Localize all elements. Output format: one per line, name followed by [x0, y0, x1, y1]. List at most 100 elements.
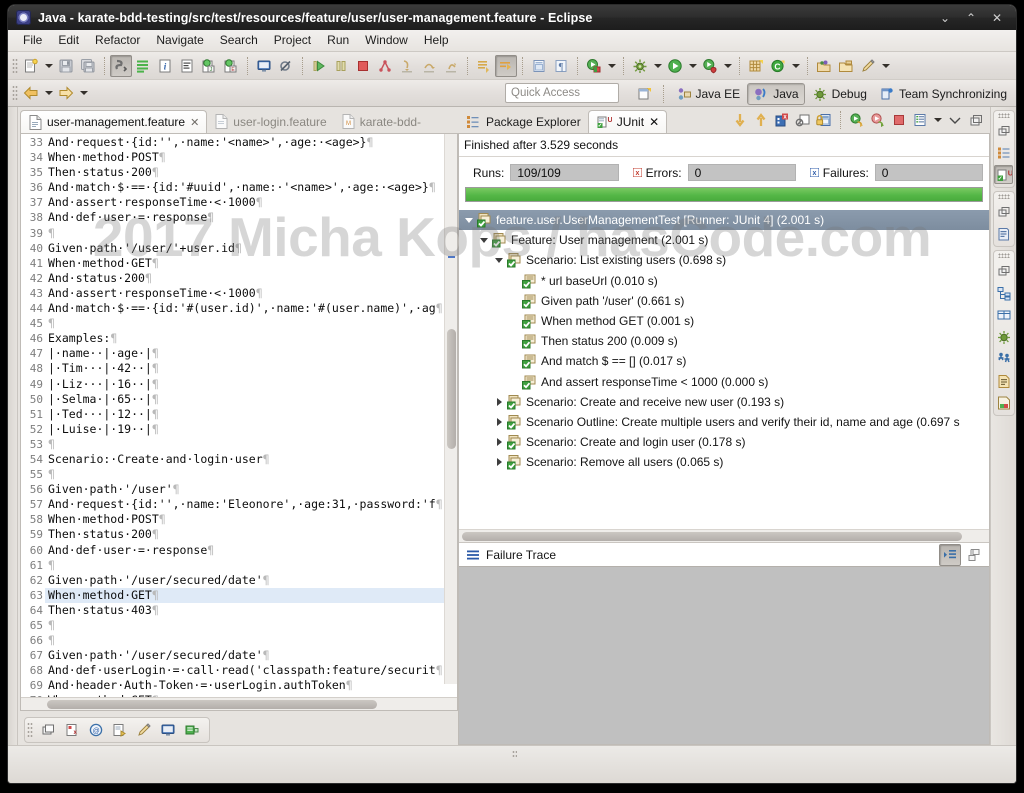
open-type-search-icon[interactable]	[813, 55, 835, 77]
hierarchy-icon[interactable]	[994, 283, 1013, 302]
restore-icon[interactable]	[994, 202, 1013, 221]
disconnect-icon[interactable]	[374, 55, 396, 77]
view-tab-close-icon[interactable]: ✕	[649, 115, 659, 129]
lock-scroll-icon[interactable]	[814, 110, 834, 130]
at-marker-icon[interactable]: @	[85, 719, 107, 741]
previous-failure-icon[interactable]	[751, 110, 771, 130]
code-viewport[interactable]: 3334353637383940414243444546474849505152…	[21, 134, 457, 697]
code-line[interactable]: |·name··|·age·|¶	[45, 346, 457, 361]
back-icon[interactable]	[20, 82, 42, 104]
code-line[interactable]: Given·path·'/user/'+user.id¶	[45, 241, 457, 256]
junit-tree-row[interactable]: Scenario Outline: Create multiple users …	[459, 412, 989, 432]
tree-twistie-closed[interactable]	[492, 398, 506, 406]
code-line[interactable]: And·def·userLogin·=·call·read('classpath…	[45, 663, 457, 678]
new-wizard-dropdown[interactable]	[42, 55, 55, 77]
toggle-block-selection-icon[interactable]	[495, 55, 517, 77]
tasks-icon[interactable]	[994, 371, 1013, 390]
code-line[interactable]: ¶	[45, 467, 457, 482]
tree-twistie-open[interactable]	[462, 218, 476, 223]
menu-window[interactable]: Window	[357, 31, 416, 50]
menu-refactor[interactable]: Refactor	[87, 31, 148, 50]
editor-vertical-scrollbar[interactable]	[444, 134, 457, 684]
view-tab-package-explorer[interactable]: Package Explorer	[458, 110, 588, 133]
editor-tab-user-management[interactable]: user-management.feature ✕	[20, 110, 207, 133]
code-line[interactable]: When·method·POST¶	[45, 150, 457, 165]
open-perspective-icon[interactable]	[634, 83, 656, 105]
code-line[interactable]: |·Ted···|·12··|¶	[45, 407, 457, 422]
suspend-icon[interactable]	[330, 55, 352, 77]
minimize-button[interactable]: ⌄	[932, 5, 958, 30]
next-failure-icon[interactable]	[730, 110, 750, 130]
minimize-view-icon[interactable]	[945, 110, 965, 130]
code-line[interactable]: And·def·user·=·response¶	[45, 210, 457, 225]
run-dropdown[interactable]	[686, 55, 699, 77]
menu-project[interactable]: Project	[266, 31, 319, 50]
junit-view-menu-dropdown[interactable]	[931, 109, 944, 131]
info-icon[interactable]: i	[154, 55, 176, 77]
run-last-tool-icon[interactable]	[583, 55, 605, 77]
rail-grip[interactable]	[998, 253, 1010, 258]
run-external-tools-icon[interactable]	[699, 55, 721, 77]
junit-tree-row[interactable]: Given path '/user' (0.661 s)	[459, 291, 989, 311]
tree-twistie-open[interactable]	[492, 258, 506, 263]
junit-results-tree[interactable]: feature.user.UserManagementTest [Runner:…	[459, 208, 989, 529]
step-over-icon[interactable]	[418, 55, 440, 77]
coverage-report-icon[interactable]	[994, 393, 1013, 412]
code-line[interactable]: When·method·GET¶	[45, 588, 457, 603]
rerun-test-icon[interactable]	[847, 110, 867, 130]
junit-tree-row[interactable]: feature.user.UserManagementTest [Runner:…	[459, 210, 989, 230]
code-line[interactable]: Then·status·200¶	[45, 165, 457, 180]
editor-horizontal-scrollbar[interactable]	[21, 697, 457, 710]
properties-table-icon[interactable]	[994, 305, 1013, 324]
junit-tree-row[interactable]: Then status 200 (0.009 s)	[459, 331, 989, 351]
code-line[interactable]: Examples:¶	[45, 331, 457, 346]
forward-dropdown[interactable]	[77, 82, 90, 104]
junit-tree-row[interactable]: Scenario: Create and receive new user (0…	[459, 392, 989, 412]
show-outline-icon[interactable]	[132, 55, 154, 77]
scrollbar-thumb[interactable]	[447, 329, 456, 449]
code-line[interactable]: Given·path·'/user/secured/date'¶	[45, 573, 457, 588]
code-line[interactable]: When·method·GET¶	[45, 256, 457, 271]
junit-tree-row[interactable]: And assert responseTime < 1000 (0.000 s)	[459, 372, 989, 392]
code-line[interactable]: ¶	[45, 437, 457, 452]
code-line[interactable]: And·status·200¶	[45, 271, 457, 286]
debug-dropdown[interactable]	[651, 55, 664, 77]
terminate-icon[interactable]	[352, 55, 374, 77]
show-ignored-icon[interactable]	[793, 110, 813, 130]
back-dropdown[interactable]	[42, 82, 55, 104]
scrollbar-thumb[interactable]	[47, 700, 377, 709]
code-line[interactable]: |·Tim···|·42··|¶	[45, 361, 457, 376]
stop-test-icon[interactable]	[889, 110, 909, 130]
view-tab-junit[interactable]: ✓U JUnit ✕	[588, 110, 667, 133]
outline-icon[interactable]	[994, 224, 1013, 243]
code-line[interactable]: Given·path·'/user'¶	[45, 482, 457, 497]
junit-tree-row[interactable]: Scenario: List existing users (0.698 s)	[459, 250, 989, 270]
new-package-icon[interactable]	[745, 55, 767, 77]
tree-horizontal-scrollbar[interactable]	[459, 529, 989, 542]
open-type-icon[interactable]: J	[198, 55, 220, 77]
new-java-class-icon[interactable]: C	[767, 55, 789, 77]
new-wizard-icon[interactable]	[20, 55, 42, 77]
menu-navigate[interactable]: Navigate	[148, 31, 211, 50]
code-line[interactable]: And·match·$·==·{id:'#uuid',·name:·'<name…	[45, 180, 457, 195]
skip-breakpoints-icon[interactable]	[275, 55, 297, 77]
failure-trace-content[interactable]	[459, 566, 989, 744]
open-resource-icon[interactable]	[835, 55, 857, 77]
code-line[interactable]: Scenario:·Create·and·login·user¶	[45, 452, 457, 467]
junit-tree-row[interactable]: Scenario: Remove all users (0.065 s)	[459, 452, 989, 472]
toolbar-grip[interactable]	[12, 58, 18, 74]
perspective-java[interactable]: Java	[747, 83, 804, 105]
edit-pen-icon[interactable]	[133, 719, 155, 741]
code-line[interactable]: And·assert·responseTime·<·1000¶	[45, 286, 457, 301]
open-task-icon[interactable]: E	[220, 55, 242, 77]
run-icon[interactable]	[664, 55, 686, 77]
console-view-icon[interactable]	[157, 719, 179, 741]
restore-icon[interactable]	[994, 261, 1013, 280]
debug-icon[interactable]	[629, 55, 651, 77]
code-line[interactable]: And·request·{id:'',·name:'Eleonore',·age…	[45, 497, 457, 512]
junit-tree-row[interactable]: * url baseUrl (0.010 s)	[459, 271, 989, 291]
code-line[interactable]: And·match·$·==·{id:'#(user.id)',·name:'#…	[45, 301, 457, 316]
run-last-tool-dropdown[interactable]	[605, 55, 618, 77]
tree-twistie-closed[interactable]	[492, 438, 506, 446]
junit-tree-row[interactable]: And match $ == [] (0.017 s)	[459, 351, 989, 371]
